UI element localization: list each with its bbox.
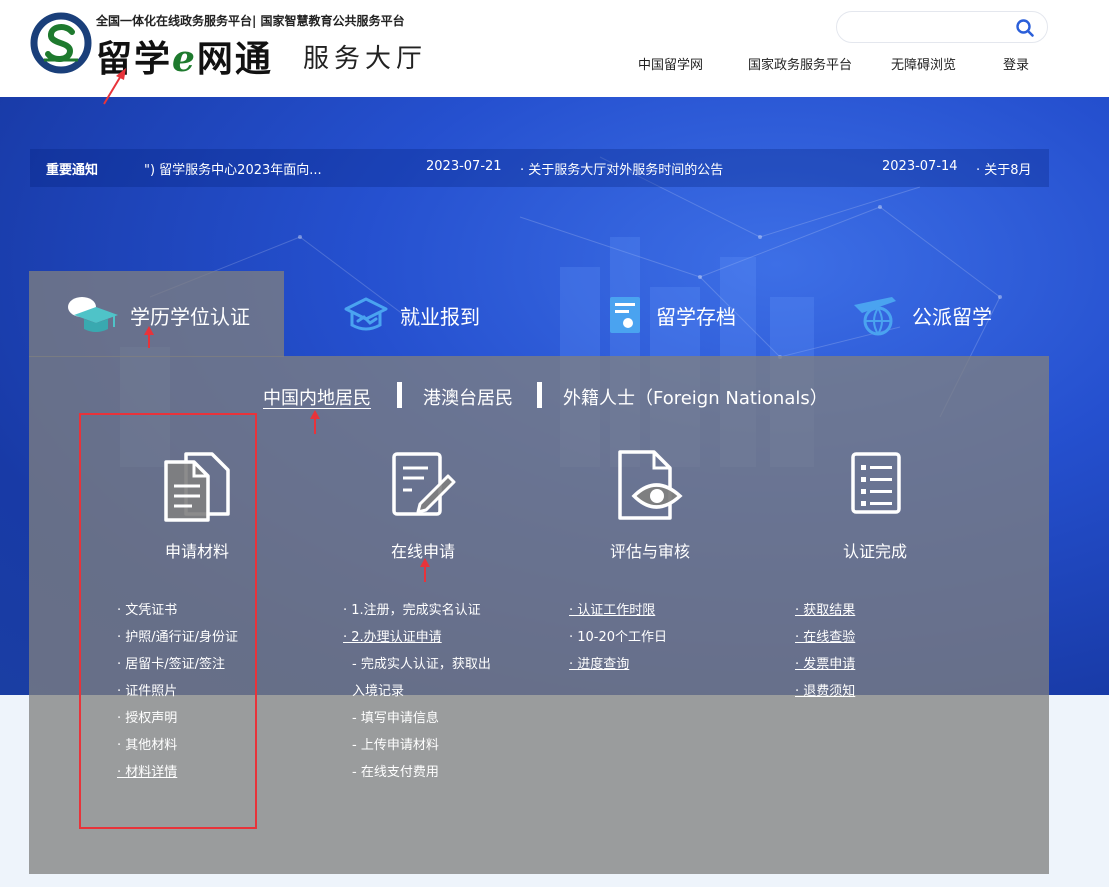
online-verify-link[interactable]: · 在线查验	[795, 628, 855, 655]
progress-query-link[interactable]: · 进度查询	[569, 655, 667, 682]
checklist-icon	[851, 452, 901, 514]
notice-item-date: 2023-07-21	[426, 159, 502, 174]
list-item: - 填写申请信息	[352, 711, 439, 726]
subtab-divider	[537, 382, 542, 408]
step-title-evaluation-review: 评估与审核	[609, 542, 690, 561]
step-title-certification-complete: 认证完成	[842, 542, 907, 561]
handshake-icon	[344, 297, 388, 331]
logo-icon[interactable]	[30, 12, 92, 74]
search-icon[interactable]	[1015, 18, 1035, 38]
completion-list: · 获取结果 · 在线查验 · 发票申请 · 退费须知	[795, 601, 855, 709]
notice-item-title[interactable]: · 关于8月	[976, 159, 1032, 178]
list-item: 入境记录	[352, 684, 405, 699]
site-tagline: 全国一体化在线政务服务平台| 国家智慧教育公共服务平台	[96, 14, 405, 28]
brand-name-part2: 网通	[196, 38, 273, 80]
invoice-request-link[interactable]: · 发票申请	[795, 655, 855, 682]
annotation-arrow-icon	[144, 326, 154, 348]
subtab-mainland-residents[interactable]: 中国内地居民	[263, 384, 371, 410]
annotation-arrow-icon	[310, 410, 320, 434]
nav-link-gov-service-platform[interactable]: 国家政务服务平台	[748, 54, 852, 73]
annotation-arrow-icon	[103, 68, 126, 105]
apply-certification-link[interactable]: · 2.办理认证申请	[343, 628, 491, 655]
brand-subtitle: 服务大厅	[303, 44, 428, 74]
list-item: - 上传申请材料	[352, 738, 439, 753]
brand-name-e: e	[172, 38, 197, 80]
list-item: - 完成实人认证，获取出	[352, 657, 491, 672]
subtab-hk-macao-taiwan[interactable]: 港澳台居民	[423, 384, 513, 410]
tab-degree-certification[interactable]: 学历学位认证	[66, 290, 250, 340]
tab-label: 留学存档	[656, 304, 736, 329]
work-time-limit-link[interactable]: · 认证工作时限	[569, 601, 667, 628]
archive-card-icon	[610, 297, 640, 333]
online-application-list: · 1.注册，完成实名认证 · 2.办理认证申请 - 完成实人认证，获取出 入境…	[343, 601, 491, 790]
nav-link-login[interactable]: 登录	[1003, 54, 1029, 73]
nav-link-accessibility[interactable]: 无障碍浏览	[891, 54, 956, 73]
form-edit-icon	[392, 452, 456, 516]
subtab-foreign-nationals[interactable]: 外籍人士（Foreign Nationals）	[563, 384, 828, 410]
list-item: - 在线支付费用	[352, 765, 439, 780]
tab-label: 公派留学	[912, 304, 992, 329]
list-item: · 1.注册，完成实名认证	[343, 603, 481, 618]
notice-item-title[interactable]: ") 留学服务中心2023年面向...	[144, 159, 322, 178]
tab-study-archive[interactable]: 留学存档	[608, 290, 736, 340]
graduation-cap-icon	[68, 297, 118, 332]
notice-label: 重要通知	[46, 163, 99, 178]
airplane-globe-icon	[854, 297, 896, 336]
subtab-divider	[397, 382, 402, 408]
tab-public-funded-study[interactable]: 公派留学	[852, 290, 992, 340]
document-eye-icon	[618, 450, 683, 520]
nav-link-china-study-abroad[interactable]: 中国留学网	[638, 54, 703, 73]
search-box[interactable]	[836, 11, 1048, 43]
annotation-arrow-icon	[420, 558, 430, 582]
tab-employment-report[interactable]: 就业报到	[344, 290, 480, 340]
annotation-highlight-box	[79, 413, 257, 829]
tab-label: 就业报到	[400, 304, 480, 329]
search-input[interactable]	[851, 18, 1005, 38]
notice-bar: 重要通知 ") 留学服务中心2023年面向... 2023-07-21 · 关于…	[30, 149, 1049, 187]
evaluation-list: · 认证工作时限 · 10-20个工作日 · 进度查询	[569, 601, 667, 682]
notice-item-date: 2023-07-14	[882, 159, 958, 174]
site-header: 全国一体化在线政务服务平台| 国家智慧教育公共服务平台 留学e网通 服务大厅 中…	[0, 0, 1109, 97]
list-item: · 10-20个工作日	[569, 630, 668, 645]
notice-item-title[interactable]: · 关于服务大厅对外服务时间的公告	[520, 159, 723, 178]
get-result-link[interactable]: · 获取结果	[795, 601, 855, 628]
refund-notice-link[interactable]: · 退费须知	[795, 682, 855, 709]
